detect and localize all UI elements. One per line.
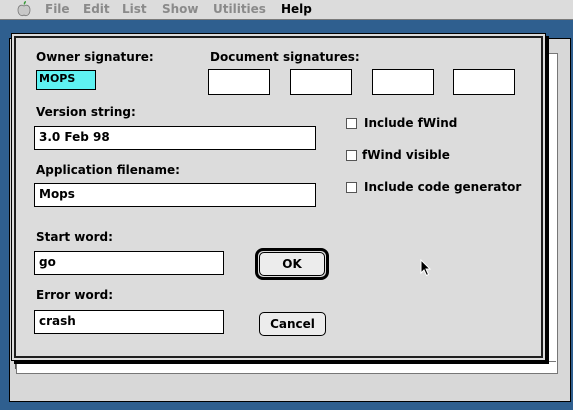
- application-settings-dialog: Owner signature: MOPS Document signature…: [11, 33, 546, 361]
- version-string-field[interactable]: 3.0 Feb 98: [34, 126, 316, 150]
- error-word-field[interactable]: crash: [34, 310, 224, 334]
- menu-bar: File Edit List Show Utilities Help: [0, 0, 573, 20]
- document-signatures-label: Document signatures:: [210, 50, 360, 64]
- owner-signature-field[interactable]: MOPS: [36, 70, 96, 90]
- menu-utilities[interactable]: Utilities: [213, 2, 266, 17]
- error-word-label: Error word:: [36, 288, 114, 302]
- menu-list[interactable]: List: [122, 2, 147, 17]
- document-signature-field-2[interactable]: [290, 69, 352, 95]
- apple-icon[interactable]: [16, 1, 32, 17]
- menu-file[interactable]: File: [45, 2, 70, 17]
- arrow-pointer-icon: [420, 259, 432, 277]
- menu-show[interactable]: Show: [162, 2, 199, 17]
- document-signature-field-3[interactable]: [372, 69, 434, 95]
- cancel-button[interactable]: Cancel: [259, 312, 326, 336]
- document-signature-field-1[interactable]: [208, 69, 270, 95]
- menu-help[interactable]: Help: [281, 2, 312, 17]
- ok-button[interactable]: OK: [259, 252, 325, 276]
- menu-edit[interactable]: Edit: [83, 2, 110, 17]
- start-word-field[interactable]: go: [34, 251, 224, 275]
- text-caret: [15, 362, 16, 369]
- fwind-visible-checkbox[interactable]: [346, 150, 357, 161]
- start-word-label: Start word:: [36, 230, 113, 244]
- application-filename-label: Application filename:: [36, 163, 180, 177]
- owner-signature-label: Owner signature:: [36, 50, 154, 64]
- include-code-generator-checkbox[interactable]: [346, 182, 357, 193]
- document-signature-field-4[interactable]: [453, 69, 515, 95]
- fwind-visible-label[interactable]: fWind visible: [362, 148, 450, 162]
- background-pane-divider: [16, 361, 556, 362]
- include-code-generator-label[interactable]: Include code generator: [364, 180, 521, 194]
- version-string-label: Version string:: [36, 105, 136, 119]
- include-fwind-checkbox[interactable]: [346, 118, 357, 129]
- include-fwind-label[interactable]: Include fWind: [364, 116, 457, 130]
- application-filename-field[interactable]: Mops: [34, 183, 316, 207]
